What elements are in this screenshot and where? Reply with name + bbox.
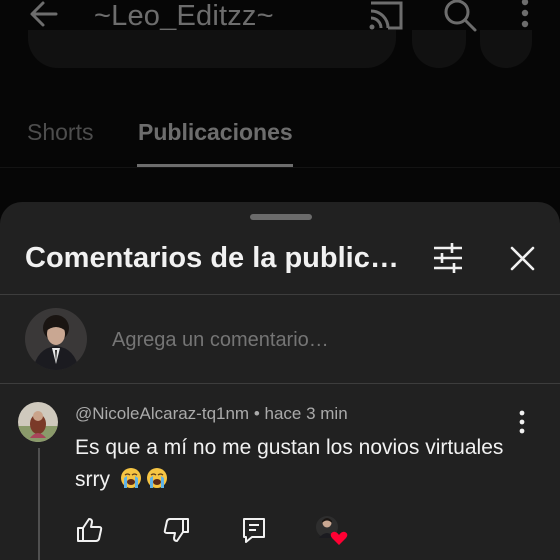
search-icon <box>444 0 477 32</box>
tab-publicaciones[interactable]: Publicaciones <box>138 118 293 146</box>
divider <box>0 383 560 384</box>
cast-icon <box>369 1 403 30</box>
back-button[interactable] <box>24 0 64 34</box>
creator-heart-icon <box>316 516 348 545</box>
round-action-button[interactable] <box>412 30 466 68</box>
avatar-photo <box>18 402 58 442</box>
sheet-title: Comentarios de la public… <box>25 242 399 274</box>
user-avatar <box>25 308 87 370</box>
reply-button[interactable] <box>238 514 270 546</box>
creator-heart-badge <box>314 514 350 548</box>
back-arrow-icon <box>30 1 58 27</box>
sort-filter-button[interactable] <box>428 240 468 276</box>
channel-tabs: Shorts Publicaciones <box>0 100 560 168</box>
filter-icon <box>434 243 462 273</box>
more-vertical-icon <box>521 0 529 28</box>
dislike-button[interactable] <box>160 514 192 546</box>
more-options-button[interactable] <box>508 0 542 34</box>
loudly-crying-face-emoji <box>120 468 141 488</box>
comment-time: hace 3 min <box>264 404 348 423</box>
drag-handle[interactable] <box>250 214 312 220</box>
search-button[interactable] <box>440 0 480 34</box>
tab-shorts[interactable]: Shorts <box>27 118 93 146</box>
comment-input[interactable] <box>112 326 492 354</box>
reply-icon <box>243 518 265 543</box>
thread-line <box>38 448 40 560</box>
subscribe-bar[interactable] <box>28 30 396 68</box>
channel-title: ~Leo_Editzz~ <box>94 0 274 32</box>
round-action-button[interactable] <box>480 30 532 68</box>
commenter-avatar[interactable] <box>18 402 58 442</box>
like-icon <box>77 518 103 542</box>
cast-button[interactable] <box>366 0 406 34</box>
like-button[interactable] <box>74 514 106 546</box>
avatar-photo <box>25 308 87 370</box>
close-button[interactable] <box>500 240 544 280</box>
dislike-icon <box>163 518 189 542</box>
selected-tab-indicator <box>137 164 293 167</box>
loudly-crying-face-emoji <box>146 468 167 488</box>
comment-body: Es que a mí no me gustan los novios virt… <box>75 432 535 496</box>
close-icon <box>510 246 535 271</box>
comments-sheet: Comentarios de la public… Agrega un come… <box>0 202 560 560</box>
comment-author[interactable]: @NicoleAlcaraz-tq1nm <box>75 404 249 423</box>
comment-meta: @NicoleAlcaraz-tq1nm • hace 3 min <box>75 402 348 426</box>
divider <box>0 294 560 295</box>
meta-separator: • <box>249 404 265 423</box>
